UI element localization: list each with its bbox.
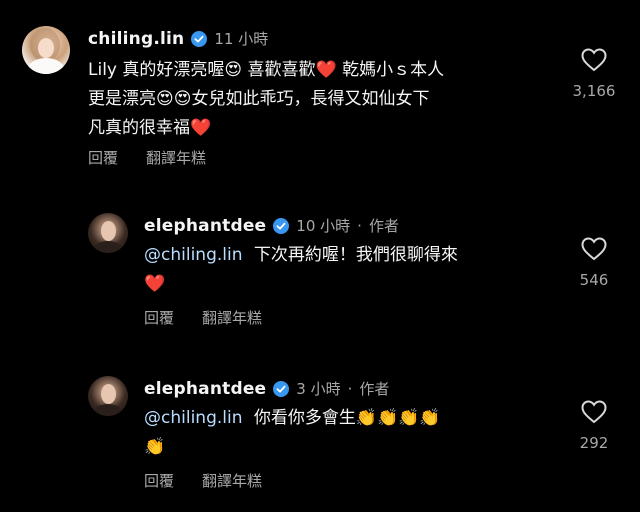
meta-separator: · bbox=[357, 216, 362, 235]
comment-text: @chiling.lin 你看你多會生👏👏👏👏 👏 bbox=[144, 404, 441, 462]
username[interactable]: elephantdee bbox=[144, 216, 266, 236]
comment-item: chiling.lin 11 小時 Lily 真的好漂亮喔😍 喜歡喜歡❤️ 乾媽… bbox=[0, 0, 640, 185]
comment-header: chiling.lin 11 小時 bbox=[88, 28, 268, 49]
reply-button[interactable]: 回覆 bbox=[144, 470, 174, 491]
like-count: 546 bbox=[579, 271, 609, 289]
avatar[interactable] bbox=[88, 213, 128, 253]
timestamp: 10 小時 bbox=[296, 217, 351, 235]
like-group: 292 bbox=[564, 400, 624, 452]
like-group: 3,166 bbox=[564, 48, 624, 100]
author-tag: 作者 bbox=[368, 217, 399, 235]
verified-badge-icon bbox=[191, 30, 208, 47]
comment-text: @chiling.lin 下次再約喔！我們很聊得來 ❤️ bbox=[144, 241, 458, 299]
comment-item: elephantdee 10 小時 · 作者 @chiling.lin 下次再約… bbox=[0, 185, 640, 345]
verified-badge-icon bbox=[273, 217, 290, 234]
like-count: 292 bbox=[579, 434, 609, 452]
comment-line: 凡真的很幸福❤️ bbox=[88, 118, 212, 138]
timestamp: 3 小時 bbox=[296, 380, 341, 398]
mention-link[interactable]: @chiling.lin bbox=[144, 408, 242, 428]
timestamp: 11 小時 bbox=[214, 30, 269, 48]
username[interactable]: chiling.lin bbox=[88, 29, 184, 49]
translate-button[interactable]: 翻譯年糕 bbox=[202, 307, 262, 328]
mention-link[interactable]: @chiling.lin bbox=[144, 245, 242, 265]
reply-button[interactable]: 回覆 bbox=[88, 147, 118, 168]
comment-header: elephantdee 3 小時 · 作者 bbox=[144, 378, 389, 399]
comment-line: 更是漂亮😍😍女兒如此乖巧，長得又如仙女下 bbox=[88, 89, 430, 109]
comment-actions: 回覆 翻譯年糕 bbox=[144, 470, 262, 491]
heart-icon[interactable] bbox=[581, 48, 607, 72]
like-group: 546 bbox=[564, 237, 624, 289]
comment-text: Lily 真的好漂亮喔😍 喜歡喜歡❤️ 乾媽小ｓ本人 更是漂亮😍😍女兒如此乖巧，… bbox=[88, 56, 444, 143]
comment-line: 👏 bbox=[144, 437, 166, 457]
avatar[interactable] bbox=[22, 26, 70, 74]
comment-header: elephantdee 10 小時 · 作者 bbox=[144, 215, 399, 236]
comment-line: Lily 真的好漂亮喔😍 喜歡喜歡❤️ 乾媽小ｓ本人 bbox=[88, 60, 445, 80]
author-tag: 作者 bbox=[359, 380, 390, 398]
meta-separator: · bbox=[347, 379, 353, 398]
comment-line-text: 下次再約喔！我們很聊得來 bbox=[253, 245, 458, 265]
heart-icon[interactable] bbox=[581, 400, 607, 424]
comment-line: @chiling.lin 下次再約喔！我們很聊得來 bbox=[144, 241, 458, 270]
verified-badge-icon bbox=[273, 380, 290, 397]
comment-line: ❤️ bbox=[144, 274, 166, 294]
comment-line: @chiling.lin 你看你多會生👏👏👏👏 bbox=[144, 404, 441, 433]
comment-actions: 回覆 翻譯年糕 bbox=[144, 307, 262, 328]
reply-button[interactable]: 回覆 bbox=[144, 307, 174, 328]
comment-line-text: 你看你多會生👏👏👏👏 bbox=[253, 408, 441, 428]
like-count: 3,166 bbox=[572, 82, 616, 100]
translate-button[interactable]: 翻譯年糕 bbox=[146, 147, 206, 168]
comment-item: elephantdee 3 小時 · 作者 @chiling.lin 你看你多會… bbox=[0, 348, 640, 512]
comment-actions: 回覆 翻譯年糕 bbox=[88, 147, 206, 168]
translate-button[interactable]: 翻譯年糕 bbox=[202, 470, 262, 491]
avatar[interactable] bbox=[88, 376, 128, 416]
heart-icon[interactable] bbox=[581, 237, 607, 261]
username[interactable]: elephantdee bbox=[144, 379, 266, 399]
